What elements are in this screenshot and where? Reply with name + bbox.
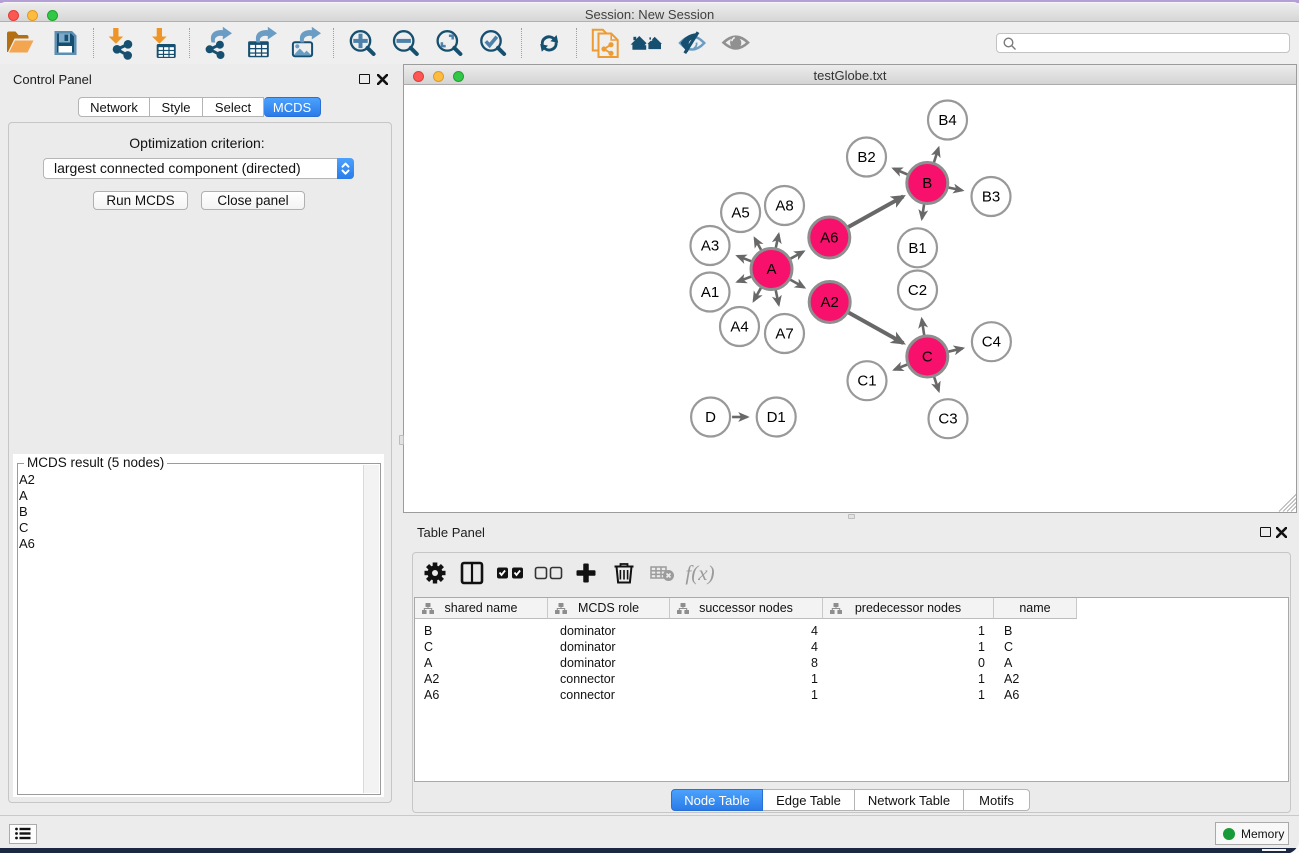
svg-text:B2: B2 <box>857 149 875 166</box>
svg-text:D: D <box>705 409 716 426</box>
svg-text:B1: B1 <box>908 240 926 257</box>
svg-text:C3: C3 <box>938 411 957 428</box>
svg-text:C2: C2 <box>908 282 927 299</box>
svg-text:B3: B3 <box>982 189 1000 206</box>
svg-text:A5: A5 <box>731 205 749 222</box>
svg-text:A7: A7 <box>775 326 793 343</box>
svg-text:B4: B4 <box>938 112 956 129</box>
svg-text:f(x): f(x) <box>685 561 714 585</box>
svg-text:A: A <box>766 261 776 278</box>
svg-text:A4: A4 <box>730 319 748 336</box>
svg-text:C4: C4 <box>982 334 1001 351</box>
svg-text:D1: D1 <box>767 409 786 426</box>
svg-text:A6: A6 <box>820 230 838 247</box>
svg-text:B: B <box>922 175 932 192</box>
svg-text:A1: A1 <box>701 284 719 301</box>
svg-text:C: C <box>922 349 933 366</box>
svg-text:A2: A2 <box>821 294 839 311</box>
svg-text:A8: A8 <box>775 198 793 215</box>
svg-text:A3: A3 <box>701 238 719 255</box>
svg-text:C1: C1 <box>857 373 876 390</box>
